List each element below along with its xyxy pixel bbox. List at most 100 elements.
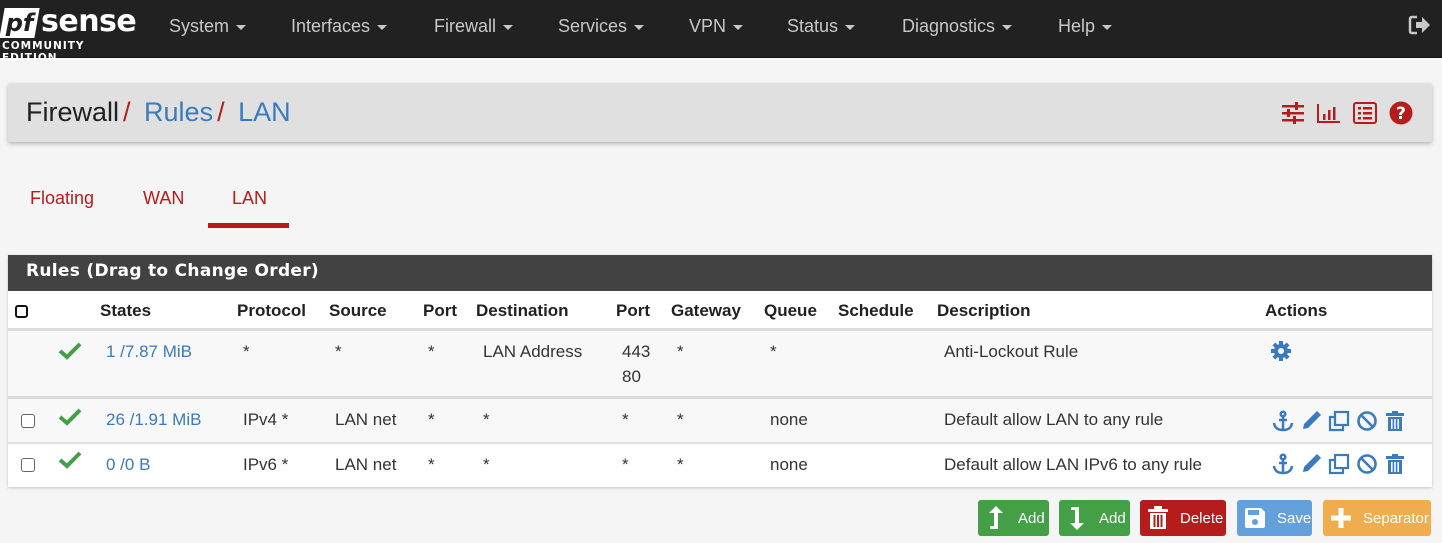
menu-label: VPN — [689, 16, 727, 36]
menu-label: Interfaces — [291, 16, 371, 36]
save-button[interactable]: Save — [1237, 500, 1312, 536]
menu-services[interactable]: Services — [558, 16, 645, 37]
trash-icon — [1144, 504, 1172, 532]
row-actions — [1270, 452, 1408, 476]
breadcrumb-shortcuts: ? — [1280, 100, 1414, 126]
tab-floating[interactable]: Floating — [30, 188, 94, 209]
col-description[interactable]: Description — [937, 301, 1031, 321]
destination: * — [483, 455, 490, 474]
protocol: IPv6 * — [243, 455, 289, 474]
add-separator-button[interactable]: Separator — [1323, 500, 1431, 536]
col-dest-port[interactable]: Port — [616, 301, 650, 321]
ban-icon[interactable] — [1354, 409, 1380, 433]
dest-port: * — [622, 455, 629, 474]
states-link[interactable]: 26 /1.91 MiB — [106, 410, 201, 430]
queue: * — [770, 342, 777, 361]
pfsense-logo[interactable]: pf sense COMMUNITY EDITION — [0, 4, 137, 64]
menu-label: Services — [558, 16, 628, 36]
button-label: Delete — [1180, 509, 1224, 527]
table-row[interactable]: 1 /7.87 MiB * * * LAN Address 443 80 * *… — [8, 331, 1432, 399]
caret-down-icon — [733, 24, 744, 30]
logo-edition-text: COMMUNITY EDITION — [2, 40, 85, 64]
source-port: * — [428, 410, 435, 429]
col-source-port[interactable]: Port — [423, 301, 457, 321]
bar-chart-icon[interactable] — [1316, 100, 1342, 126]
col-source[interactable]: Source — [329, 301, 387, 321]
menu-vpn[interactable]: VPN — [689, 16, 744, 37]
menu-diagnostics[interactable]: Diagnostics — [902, 16, 1013, 37]
caret-down-icon — [503, 24, 514, 30]
rule-action-buttons: Add Add Delete Save Separator — [0, 500, 1442, 536]
menu-interfaces[interactable]: Interfaces — [291, 16, 388, 37]
row-checkbox[interactable] — [21, 414, 35, 428]
gateway: * — [677, 342, 684, 361]
menu-system[interactable]: System — [169, 16, 247, 37]
tab-lan[interactable]: LAN — [232, 188, 267, 209]
pencil-icon[interactable] — [1298, 452, 1324, 476]
menu-label: Help — [1058, 16, 1096, 36]
col-schedule[interactable]: Schedule — [838, 301, 914, 321]
pass-check-icon — [58, 341, 82, 361]
pass-check-icon — [58, 407, 82, 427]
active-tab-indicator — [208, 223, 289, 228]
caret-down-icon — [634, 24, 645, 30]
gateway: * — [677, 455, 684, 474]
caret-down-icon — [1102, 24, 1113, 30]
trash-icon[interactable] — [1382, 409, 1408, 433]
gateway: * — [677, 410, 684, 429]
add-top-button[interactable]: Add — [978, 500, 1049, 536]
queue: none — [770, 455, 808, 474]
question-circle-icon[interactable]: ? — [1388, 100, 1414, 126]
table-row[interactable]: 26 /1.91 MiB IPv4 * LAN net * * * * none… — [8, 399, 1432, 444]
anchor-icon[interactable] — [1270, 452, 1296, 476]
row-actions — [1268, 339, 1294, 363]
sliders-icon[interactable] — [1280, 100, 1306, 126]
logo-sense-text: sense — [41, 4, 137, 39]
add-bottom-button[interactable]: Add — [1059, 500, 1130, 536]
col-protocol[interactable]: Protocol — [237, 301, 306, 321]
anchor-icon[interactable] — [1270, 409, 1296, 433]
pass-check-icon — [58, 450, 82, 470]
cog-icon[interactable] — [1268, 339, 1294, 363]
col-queue[interactable]: Queue — [764, 301, 817, 321]
col-destination[interactable]: Destination — [476, 301, 569, 321]
row-actions — [1270, 409, 1408, 433]
states-link[interactable]: 0 /0 B — [106, 455, 150, 475]
sign-out-icon[interactable] — [1408, 14, 1432, 36]
menu-firewall[interactable]: Firewall — [434, 16, 514, 37]
dest-port-80: 80 — [622, 367, 641, 386]
description: Anti-Lockout Rule — [944, 342, 1079, 361]
col-gateway[interactable]: Gateway — [671, 301, 741, 321]
row-checkbox[interactable] — [21, 458, 35, 472]
tab-wan[interactable]: WAN — [143, 188, 184, 209]
logo-pf-text: pf — [5, 9, 34, 37]
level-down-icon — [1063, 504, 1091, 532]
dest-port: * — [622, 410, 629, 429]
menu-help[interactable]: Help — [1058, 16, 1113, 37]
list-alt-icon[interactable] — [1352, 100, 1378, 126]
states-link[interactable]: 1 /7.87 MiB — [106, 342, 192, 362]
source: LAN net — [335, 410, 397, 429]
button-label: Add — [1099, 509, 1126, 527]
caret-down-icon — [845, 24, 856, 30]
plus-icon — [1327, 504, 1355, 532]
breadcrumb-firewall: Firewall — [26, 97, 120, 127]
menu-status[interactable]: Status — [787, 16, 856, 37]
breadcrumb-panel: Firewall / Rules / LAN ? — [8, 83, 1432, 142]
col-states[interactable]: States — [100, 301, 151, 321]
select-all-checkbox[interactable] — [15, 305, 28, 318]
breadcrumb-rules[interactable]: Rules — [144, 97, 213, 127]
menu-label: Diagnostics — [902, 16, 996, 36]
clone-icon[interactable] — [1326, 452, 1352, 476]
ban-icon[interactable] — [1354, 452, 1380, 476]
clone-icon[interactable] — [1326, 409, 1352, 433]
pencil-icon[interactable] — [1298, 409, 1324, 433]
delete-button[interactable]: Delete — [1140, 500, 1226, 536]
rules-panel: Rules (Drag to Change Order) States Prot… — [8, 255, 1432, 487]
table-row[interactable]: 0 /0 B IPv6 * LAN net * * * * none Defau… — [8, 444, 1432, 487]
caret-down-icon — [236, 24, 247, 30]
source: LAN net — [335, 455, 397, 474]
trash-icon[interactable] — [1382, 452, 1408, 476]
svg-text:?: ? — [1396, 104, 1406, 124]
breadcrumb-lan[interactable]: LAN — [238, 97, 291, 127]
